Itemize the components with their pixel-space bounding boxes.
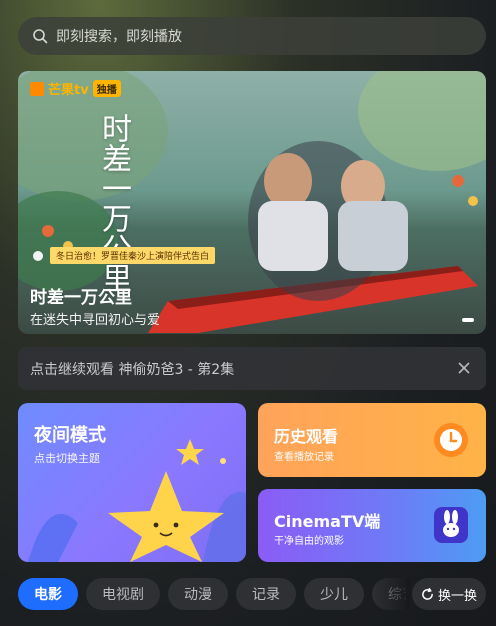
- night-mode-card[interactable]: 夜间模式 点击切换主题: [18, 403, 246, 562]
- search-icon: [33, 29, 48, 44]
- history-card[interactable]: 历史观看 查看播放记录: [258, 403, 486, 477]
- clock-icon: [434, 423, 468, 457]
- banner-subtitle: 在迷失中寻回初心与爱: [30, 313, 161, 328]
- home-panel: 即刻搜索，即刻播放 芒果tv 独播 时差一万公里 冬日治愈！罗晋佳秦沙上演陪伴式…: [0, 0, 496, 626]
- brand-name: 芒果tv: [48, 83, 89, 98]
- close-icon: [458, 362, 470, 374]
- rabbit-icon: [434, 507, 468, 543]
- carousel-indicator[interactable]: [462, 318, 474, 322]
- mgtv-logo: 芒果tv 独播: [30, 79, 121, 98]
- tab-tv-series[interactable]: 电视剧: [86, 578, 160, 610]
- refresh-icon: [422, 587, 433, 600]
- banner-title: 时差一万公里: [30, 288, 132, 308]
- swap-label: 换一换: [437, 588, 477, 604]
- category-tabs: 电影 电视剧 动漫 记录 少儿 综艺: [18, 578, 406, 610]
- tab-kids[interactable]: 少儿: [304, 578, 364, 610]
- tab-movie[interactable]: 电影: [18, 578, 78, 610]
- featured-banner[interactable]: 芒果tv 独播 时差一万公里 冬日治愈！罗晋佳秦沙上演陪伴式告白 时差一万公里 …: [18, 71, 486, 334]
- tabs-fade-overlay: [370, 578, 410, 610]
- cinema-tv-card[interactable]: CinemaTV端 干净自由的观影: [258, 489, 486, 562]
- search-placeholder: 即刻搜索，即刻播放: [56, 29, 182, 45]
- continue-watching-text: 点击继续观看 神偷奶爸3 - 第2集: [30, 361, 235, 378]
- tab-documentary[interactable]: 记录: [236, 578, 296, 610]
- history-subtitle: 查看播放记录: [274, 452, 334, 463]
- night-mode-subtitle: 点击切换主题: [34, 452, 100, 465]
- search-bar[interactable]: 即刻搜索，即刻播放: [18, 17, 486, 55]
- banner-ribbon: 冬日治愈！罗晋佳秦沙上演陪伴式告白: [50, 247, 216, 264]
- swap-button[interactable]: 换一换: [412, 578, 486, 610]
- close-button[interactable]: [458, 359, 470, 378]
- mgtv-logo-icon: [30, 81, 44, 96]
- exclusive-tag: 独播: [92, 80, 121, 97]
- history-title: 历史观看: [274, 427, 339, 446]
- banner-artwork-title: 时差一万公里: [96, 113, 131, 293]
- tab-anime[interactable]: 动漫: [168, 578, 228, 610]
- cinema-subtitle: 干净自由的观影: [274, 536, 344, 547]
- continue-watching-bar[interactable]: 点击继续观看 神偷奶爸3 - 第2集: [18, 347, 486, 390]
- night-mode-title: 夜间模式: [34, 425, 106, 446]
- cinema-title: CinemaTV端: [274, 512, 381, 531]
